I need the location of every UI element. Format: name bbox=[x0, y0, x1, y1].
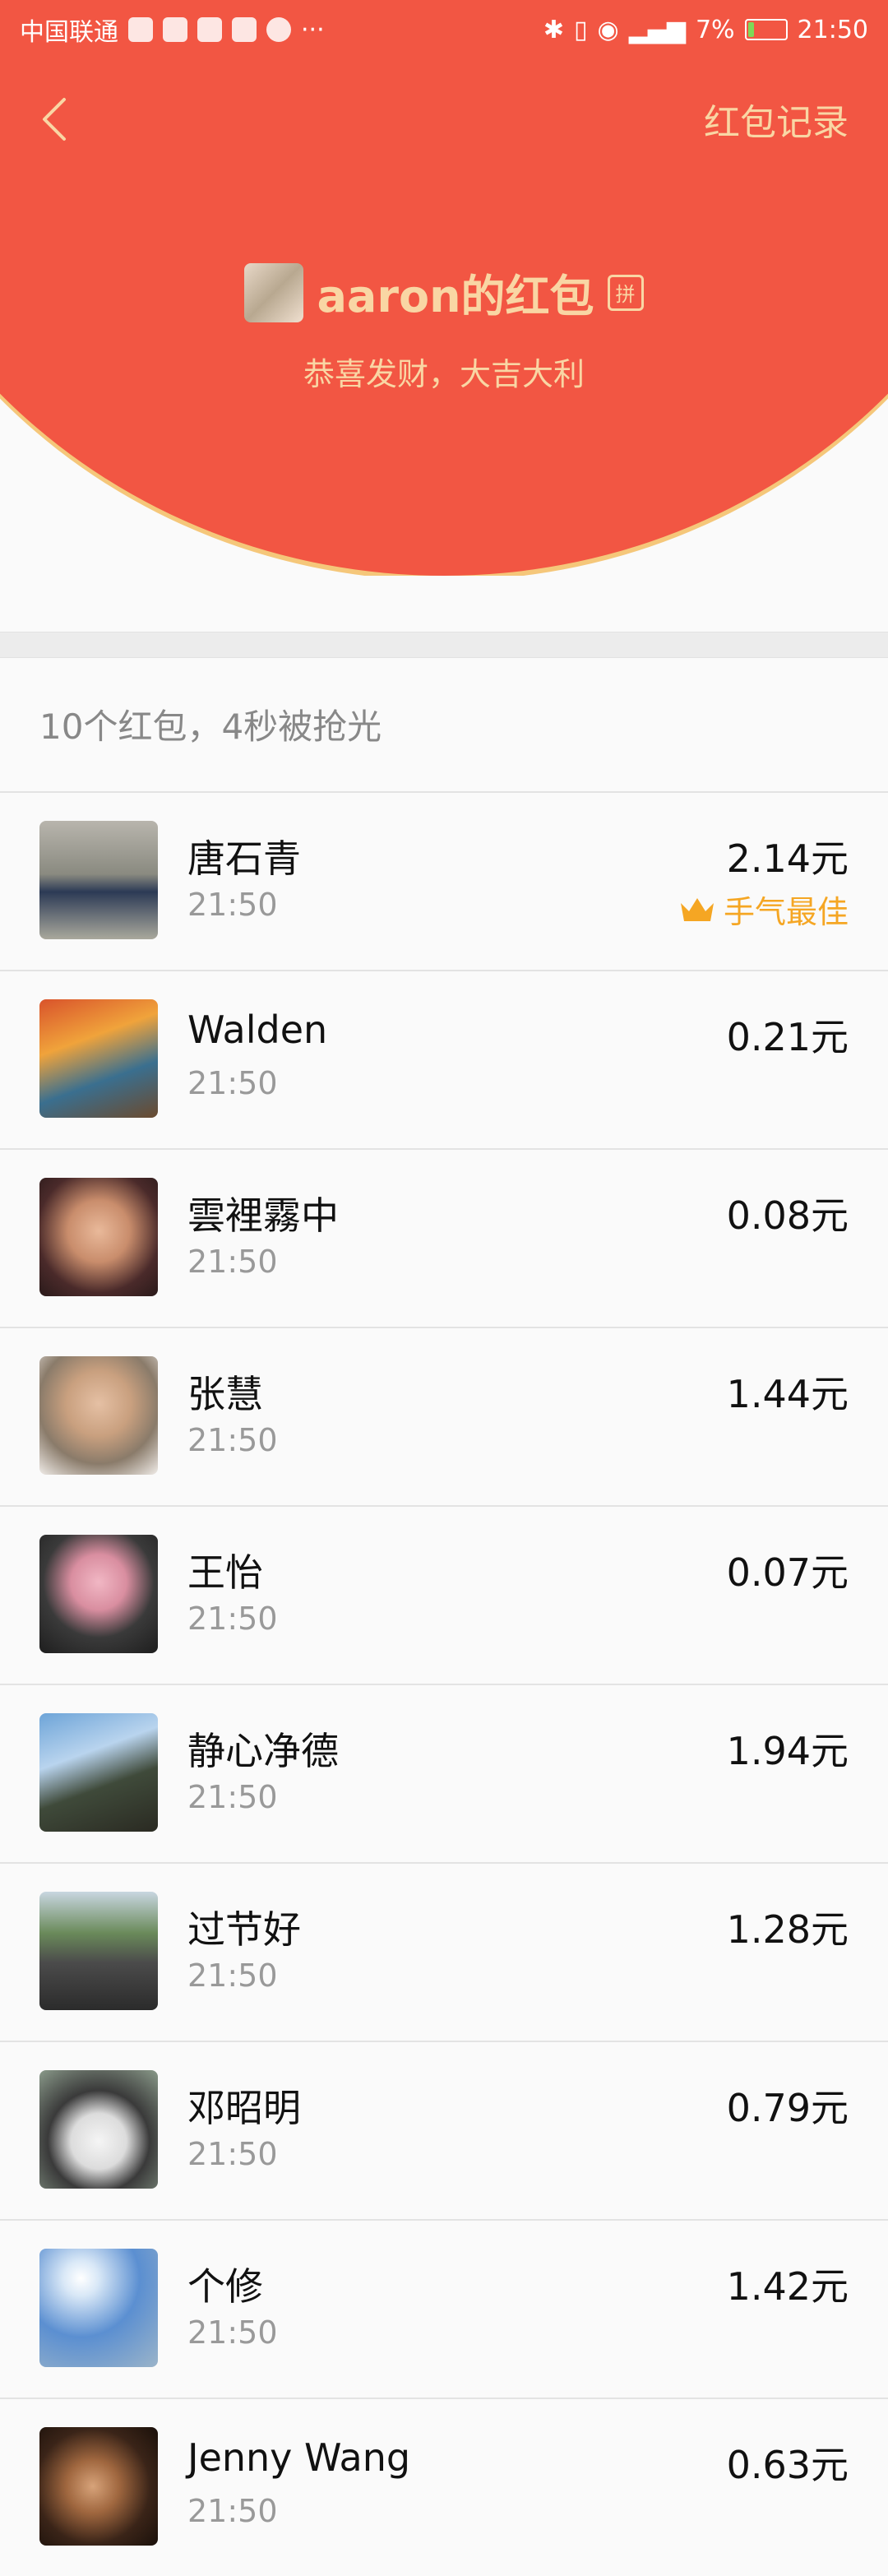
section-divider bbox=[0, 632, 888, 658]
claim-time: 21:50 bbox=[187, 1065, 278, 1101]
app-notification-icon bbox=[232, 17, 257, 42]
claim-time: 21:50 bbox=[187, 2314, 278, 2351]
avatar[interactable] bbox=[39, 1178, 158, 1296]
list-item[interactable]: 过节好 21:50 1.28元 bbox=[0, 1862, 888, 2041]
list-item[interactable]: 唐石青 21:50 2.14元 手气最佳 bbox=[0, 791, 888, 970]
claim-time: 21:50 bbox=[187, 1957, 278, 1994]
vibrate-icon: ▯ bbox=[574, 15, 588, 44]
claim-time: 21:50 bbox=[187, 2493, 278, 2529]
avatar[interactable] bbox=[39, 2249, 158, 2367]
avatar[interactable] bbox=[39, 821, 158, 939]
claim-list: 唐石青 21:50 2.14元 手气最佳 Walden 21:50 0.21元 … bbox=[0, 791, 888, 2576]
list-item[interactable]: 雲裡霧中 21:50 0.08元 bbox=[0, 1148, 888, 1327]
list-item[interactable]: Walden 21:50 0.21元 bbox=[0, 970, 888, 1148]
list-item[interactable]: 静心净德 21:50 1.94元 bbox=[0, 1684, 888, 1862]
best-luck-badge: 手气最佳 bbox=[679, 887, 849, 932]
claim-time: 21:50 bbox=[187, 1601, 278, 1637]
claim-amount: 0.79元 bbox=[726, 2086, 849, 2130]
claimer-name: 唐石青 bbox=[187, 836, 301, 881]
claimer-name: 张慧 bbox=[187, 1372, 263, 1416]
signal-icon: ▂▄▆ bbox=[628, 15, 686, 44]
claim-time: 21:50 bbox=[187, 1422, 278, 1458]
claimer-name: Walden bbox=[187, 1008, 328, 1052]
list-item[interactable]: 王怡 21:50 0.07元 bbox=[0, 1505, 888, 1684]
bluetooth-icon: ✱ bbox=[543, 15, 565, 44]
claimer-name: 雲裡霧中 bbox=[187, 1193, 339, 1238]
blessing-message: 恭喜发财，大吉大利 bbox=[303, 356, 585, 392]
red-packet-records-link[interactable]: 红包记录 bbox=[704, 93, 849, 146]
claim-amount: 1.42元 bbox=[726, 2264, 849, 2309]
claimer-name: 王怡 bbox=[187, 1550, 263, 1595]
claimer-name: 邓昭明 bbox=[187, 2086, 301, 2130]
status-bar-right: ✱ ▯ ◉ ▂▄▆ 7% 21:50 bbox=[543, 16, 868, 44]
avatar[interactable] bbox=[39, 1892, 158, 2010]
crown-icon bbox=[680, 897, 714, 921]
claim-amount: 0.21元 bbox=[726, 1015, 849, 1059]
avatar[interactable] bbox=[39, 2070, 158, 2189]
top-navigation: 红包记录 bbox=[0, 74, 888, 164]
avatar[interactable] bbox=[39, 1713, 158, 1832]
status-bar-left: 中国联通 ··· bbox=[20, 12, 325, 48]
clock: 21:50 bbox=[797, 15, 868, 44]
list-item[interactable]: Jenny Wang 21:50 0.63元 bbox=[0, 2398, 888, 2576]
status-bar: 中国联通 ··· ✱ ▯ ◉ ▂▄▆ 7% 21:50 bbox=[0, 0, 888, 59]
list-item[interactable]: 张慧 21:50 1.44元 bbox=[0, 1327, 888, 1505]
claim-time: 21:50 bbox=[187, 1779, 278, 1815]
app-notification-icon bbox=[197, 17, 222, 42]
avatar[interactable] bbox=[39, 2427, 158, 2546]
claim-amount: 0.63元 bbox=[726, 2443, 849, 2487]
red-packet-header: 中国联通 ··· ✱ ▯ ◉ ▂▄▆ 7% 21:50 红包记录 aaron的红… bbox=[0, 0, 888, 576]
claim-amount: 2.14元 bbox=[726, 836, 849, 881]
claim-amount: 0.07元 bbox=[726, 1550, 849, 1595]
list-item[interactable]: 个修 21:50 1.42元 bbox=[0, 2219, 888, 2398]
battery-icon bbox=[744, 19, 788, 40]
best-luck-label: 手气最佳 bbox=[723, 894, 849, 930]
battery-percent: 7% bbox=[695, 15, 735, 44]
app-notification-icon bbox=[163, 17, 187, 42]
eye-icon: ◉ bbox=[597, 15, 619, 44]
claim-time: 21:50 bbox=[187, 2136, 278, 2172]
avatar[interactable] bbox=[39, 1356, 158, 1475]
claim-amount: 1.28元 bbox=[726, 1907, 849, 1952]
more-notifications-icon: ··· bbox=[301, 15, 325, 44]
sender-info: aaron的红包 拼 bbox=[0, 260, 888, 325]
chat-bubble-icon bbox=[266, 17, 291, 42]
claimer-name: Jenny Wang bbox=[187, 2435, 411, 2480]
sender-name: aaron的红包 bbox=[317, 271, 594, 322]
claimer-name: 个修 bbox=[187, 2264, 263, 2309]
carrier-label: 中国联通 bbox=[20, 18, 118, 47]
claim-time: 21:50 bbox=[187, 887, 278, 923]
list-item[interactable]: 邓昭明 21:50 0.79元 bbox=[0, 2041, 888, 2219]
avatar[interactable] bbox=[39, 999, 158, 1118]
avatar[interactable] bbox=[39, 1535, 158, 1653]
claimer-name: 静心净德 bbox=[187, 1729, 339, 1773]
claim-amount: 1.94元 bbox=[726, 1729, 849, 1773]
app-notification-icon bbox=[128, 17, 153, 42]
packet-summary: 10个红包，4秒被抢光 bbox=[39, 707, 382, 747]
claim-time: 21:50 bbox=[187, 1244, 278, 1280]
claimer-name: 过节好 bbox=[187, 1907, 301, 1952]
claim-amount: 1.44元 bbox=[726, 1372, 849, 1416]
claim-amount: 0.08元 bbox=[726, 1193, 849, 1238]
pin-badge: 拼 bbox=[607, 274, 644, 311]
back-arrow-icon[interactable] bbox=[30, 95, 79, 144]
sender-avatar bbox=[244, 262, 304, 322]
